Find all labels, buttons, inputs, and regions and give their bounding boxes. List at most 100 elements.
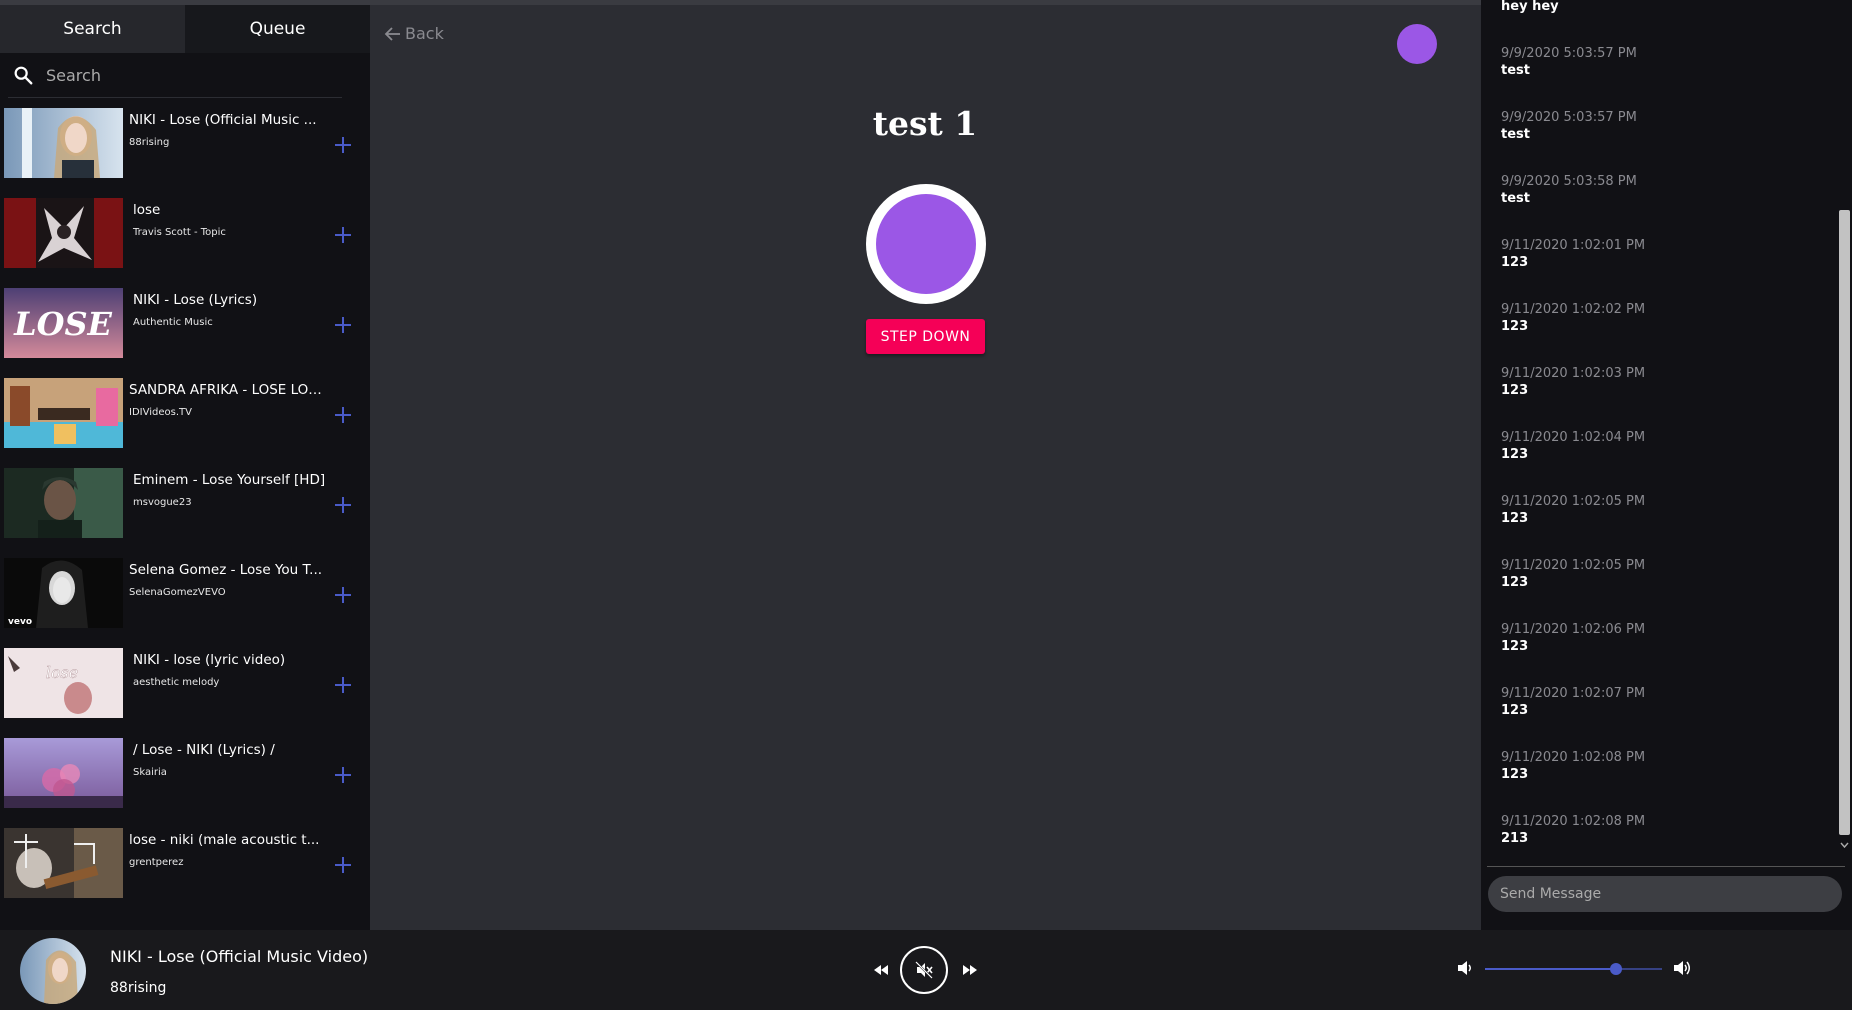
video-thumbnail: LOSE xyxy=(4,288,123,358)
message-text: 213 xyxy=(1501,831,1529,846)
video-channel: 88rising xyxy=(129,137,170,148)
chat-message: 9/9/2020 5:03:57 PM test xyxy=(1501,46,1637,78)
add-to-queue-icon[interactable] xyxy=(333,135,353,155)
thumbnail-text: lose xyxy=(46,663,78,682)
message-text: test xyxy=(1501,191,1530,206)
message-timestamp: 9/11/2020 1:02:04 PM xyxy=(1501,430,1646,445)
video-title: / Lose - NIKI (Lyrics) / xyxy=(133,742,275,758)
video-title: lose - niki (male acoustic t... xyxy=(129,832,320,848)
add-to-queue-icon[interactable] xyxy=(333,495,353,515)
video-thumbnail xyxy=(4,378,123,448)
chat-message: 9/11/2020 1:02:07 PM 123 xyxy=(1501,686,1645,718)
message-text: 123 xyxy=(1501,575,1529,590)
video-channel: Skairia xyxy=(133,767,167,778)
video-title: lose xyxy=(133,202,161,218)
send-message-input[interactable] xyxy=(1488,876,1842,912)
chat-message: 9/11/2020 1:02:03 PM 123 xyxy=(1501,366,1645,398)
chat-message: 9/11/2020 1:02:08 PM 213 xyxy=(1501,814,1645,846)
video-channel: msvogue23 xyxy=(133,497,192,508)
message-timestamp: 9/9/2020 5:03:58 PM xyxy=(1501,174,1637,189)
list-item[interactable]: Eminem - Lose Yourself [HD] msvogue23 xyxy=(0,465,370,555)
scroll-down-icon[interactable] xyxy=(1839,838,1850,852)
message-timestamp: 9/11/2020 1:02:06 PM xyxy=(1501,622,1646,637)
message-text: 123 xyxy=(1501,703,1529,718)
list-item[interactable]: NIKI - Lose (Official Music ... 88rising xyxy=(0,105,370,195)
thumbnail-text: LOSE xyxy=(13,305,112,343)
chat-message: 9/9/2020 5:03:57 PM test xyxy=(1501,110,1637,142)
volume-slider-thumb[interactable] xyxy=(1609,963,1622,975)
add-to-queue-icon[interactable] xyxy=(333,315,353,335)
video-thumbnail xyxy=(4,738,123,808)
volume-high-icon[interactable] xyxy=(1672,958,1692,978)
message-timestamp: 9/11/2020 1:02:08 PM xyxy=(1501,750,1646,765)
search-input[interactable] xyxy=(44,64,308,86)
message-text: 123 xyxy=(1501,255,1529,270)
message-timestamp: 9/11/2020 1:02:08 PM xyxy=(1501,814,1646,829)
chat-scrollbar-thumb[interactable] xyxy=(1839,210,1850,835)
message-text: 123 xyxy=(1501,767,1529,782)
chat-message: 9/9/2020 5:03:58 PM test xyxy=(1501,174,1637,206)
now-playing-artwork xyxy=(20,938,86,1004)
message-timestamp: 9/11/2020 1:02:02 PM xyxy=(1501,302,1646,317)
chat-panel: hey hey 9/9/2020 5:03:57 PM test 9/9/202… xyxy=(1481,0,1852,930)
message-text: 123 xyxy=(1501,447,1529,462)
list-item[interactable]: lose Travis Scott - Topic xyxy=(0,195,370,285)
thumbnail-text: vevo xyxy=(8,617,32,627)
chat-message: 9/11/2020 1:02:01 PM 123 xyxy=(1501,238,1645,270)
message-text: 123 xyxy=(1501,639,1529,654)
video-title: NIKI - Lose (Official Music ... xyxy=(129,112,317,128)
add-to-queue-icon[interactable] xyxy=(333,225,353,245)
chat-messages[interactable]: hey hey 9/9/2020 5:03:57 PM test 9/9/202… xyxy=(1481,0,1837,862)
chat-message: 9/11/2020 1:02:06 PM 123 xyxy=(1501,622,1645,654)
list-item[interactable]: lose - niki (male acoustic t... grentper… xyxy=(0,825,370,915)
message-timestamp: 9/9/2020 5:03:57 PM xyxy=(1501,46,1637,61)
video-thumbnail: vevo xyxy=(4,558,123,628)
list-item[interactable]: / Lose - NIKI (Lyrics) / Skairia xyxy=(0,735,370,825)
video-channel: grentperez xyxy=(129,857,184,868)
dj-avatar xyxy=(866,184,986,304)
add-to-queue-icon[interactable] xyxy=(333,855,353,875)
message-timestamp: 9/11/2020 1:02:01 PM xyxy=(1501,238,1646,253)
volume-low-icon[interactable] xyxy=(1456,959,1474,977)
now-playing-title: NIKI - Lose (Official Music Video) xyxy=(110,947,369,966)
rewind-icon[interactable] xyxy=(873,963,889,977)
video-channel: IDIVideos.TV xyxy=(129,407,192,418)
now-playing-channel: 88rising xyxy=(110,980,167,996)
chat-message: 9/11/2020 1:02:04 PM 123 xyxy=(1501,430,1645,462)
message-text: 123 xyxy=(1501,319,1529,334)
add-to-queue-icon[interactable] xyxy=(333,675,353,695)
room-title: test 1 xyxy=(872,104,978,143)
add-to-queue-icon[interactable] xyxy=(333,765,353,785)
video-thumbnail: lose xyxy=(4,648,123,718)
video-channel: Authentic Music xyxy=(133,317,213,328)
search-icon xyxy=(14,66,33,85)
list-item[interactable]: lose NIKI - lose (lyric video) aesthetic… xyxy=(0,645,370,735)
mute-toggle-button[interactable] xyxy=(900,946,948,994)
list-item[interactable]: vevo Selena Gomez - Lose You T... Selena… xyxy=(0,555,370,645)
back-button[interactable]: Back xyxy=(384,24,444,43)
video-title: Selena Gomez - Lose You T... xyxy=(129,562,323,578)
player-bar: NIKI - Lose (Official Music Video) 88ris… xyxy=(0,930,1852,1010)
add-to-queue-icon[interactable] xyxy=(333,585,353,605)
list-item[interactable]: SANDRA AFRIKA - LOSE LOS... IDIVideos.TV xyxy=(0,375,370,465)
tab-queue[interactable]: Queue xyxy=(185,5,370,53)
user-avatar[interactable] xyxy=(1397,24,1437,64)
add-to-queue-icon[interactable] xyxy=(333,405,353,425)
list-item[interactable]: LOSE NIKI - Lose (Lyrics) Authentic Musi… xyxy=(0,285,370,375)
step-down-button[interactable]: STEP DOWN xyxy=(866,319,985,354)
fast-forward-icon[interactable] xyxy=(962,963,978,977)
message-timestamp: 9/11/2020 1:02:07 PM xyxy=(1501,686,1646,701)
message-text: test xyxy=(1501,63,1530,78)
arrow-left-icon xyxy=(384,26,400,41)
message-timestamp: 9/11/2020 1:02:05 PM xyxy=(1501,494,1646,509)
chat-message: 9/11/2020 1:02:08 PM 123 xyxy=(1501,750,1645,782)
video-channel: aesthetic melody xyxy=(133,677,220,688)
video-thumbnail xyxy=(4,468,123,538)
message-text: test xyxy=(1501,127,1530,142)
tab-search[interactable]: Search xyxy=(0,5,185,53)
video-thumbnail xyxy=(4,108,123,178)
message-timestamp: 9/9/2020 5:03:57 PM xyxy=(1501,110,1637,125)
video-title: NIKI - lose (lyric video) xyxy=(133,652,286,668)
video-title: SANDRA AFRIKA - LOSE LOS... xyxy=(129,382,329,398)
video-thumbnail xyxy=(4,828,123,898)
